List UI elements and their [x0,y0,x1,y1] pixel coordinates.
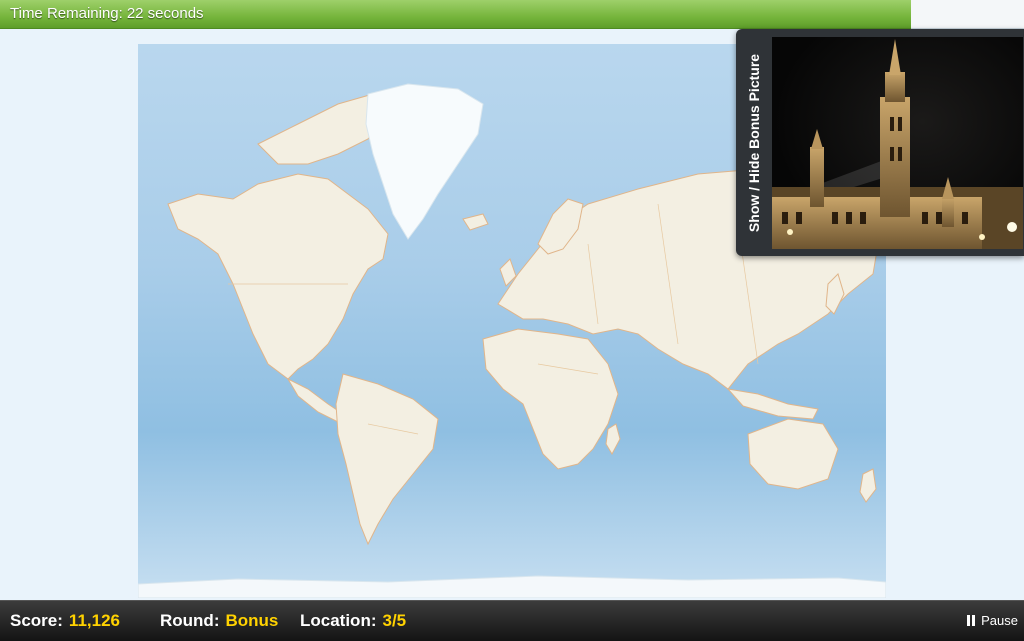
southeast-asia-islands[interactable] [726,388,819,420]
status-bar: Score: 11,126 Round: Bonus Location: 3/5 Pa… [0,600,1024,641]
bonus-picture-panel: Show / Hide Bonus Picture [736,29,1024,256]
central-america-landmass[interactable] [286,377,344,423]
timer-label: Time Remaining: [10,5,123,22]
round-display: Round: Bonus [160,611,278,631]
round-value: Bonus [225,611,279,630]
africa-landmass[interactable] [482,328,619,470]
madagascar-landmass[interactable] [605,423,621,456]
score-display: Score: 11,126 [10,611,120,631]
greenland-landmass[interactable] [365,83,484,240]
pause-button[interactable]: Pause [967,613,1018,628]
iceland-landmass[interactable] [462,213,489,231]
toggle-bonus-picture-button[interactable]: Show / Hide Bonus Picture [736,29,772,256]
location-display: Location: 3/5 [300,611,406,631]
pause-icon [967,615,976,626]
australia-landmass[interactable] [747,418,839,490]
toggle-bonus-picture-label: Show / Hide Bonus Picture [746,53,763,232]
timer-text: Time Remaining: 22 seconds [10,5,204,22]
north-america-landmass[interactable] [167,173,389,380]
location-value: 3/5 [382,611,407,630]
south-america-landmass[interactable] [335,373,439,546]
antarctica-landmass[interactable] [138,575,886,598]
bonus-photo [772,37,1023,249]
timer-bar: Time Remaining: 22 seconds [0,0,1024,29]
score-value: 11,126 [68,611,120,630]
new-zealand-landmass[interactable] [859,468,877,503]
timer-value: 22 seconds [126,5,204,22]
location-label: Location: [300,611,377,630]
pause-label: Pause [981,613,1018,628]
score-label: Score: [10,611,63,630]
town-hall-photo-icon [772,39,1023,249]
round-label: Round: [160,611,220,630]
